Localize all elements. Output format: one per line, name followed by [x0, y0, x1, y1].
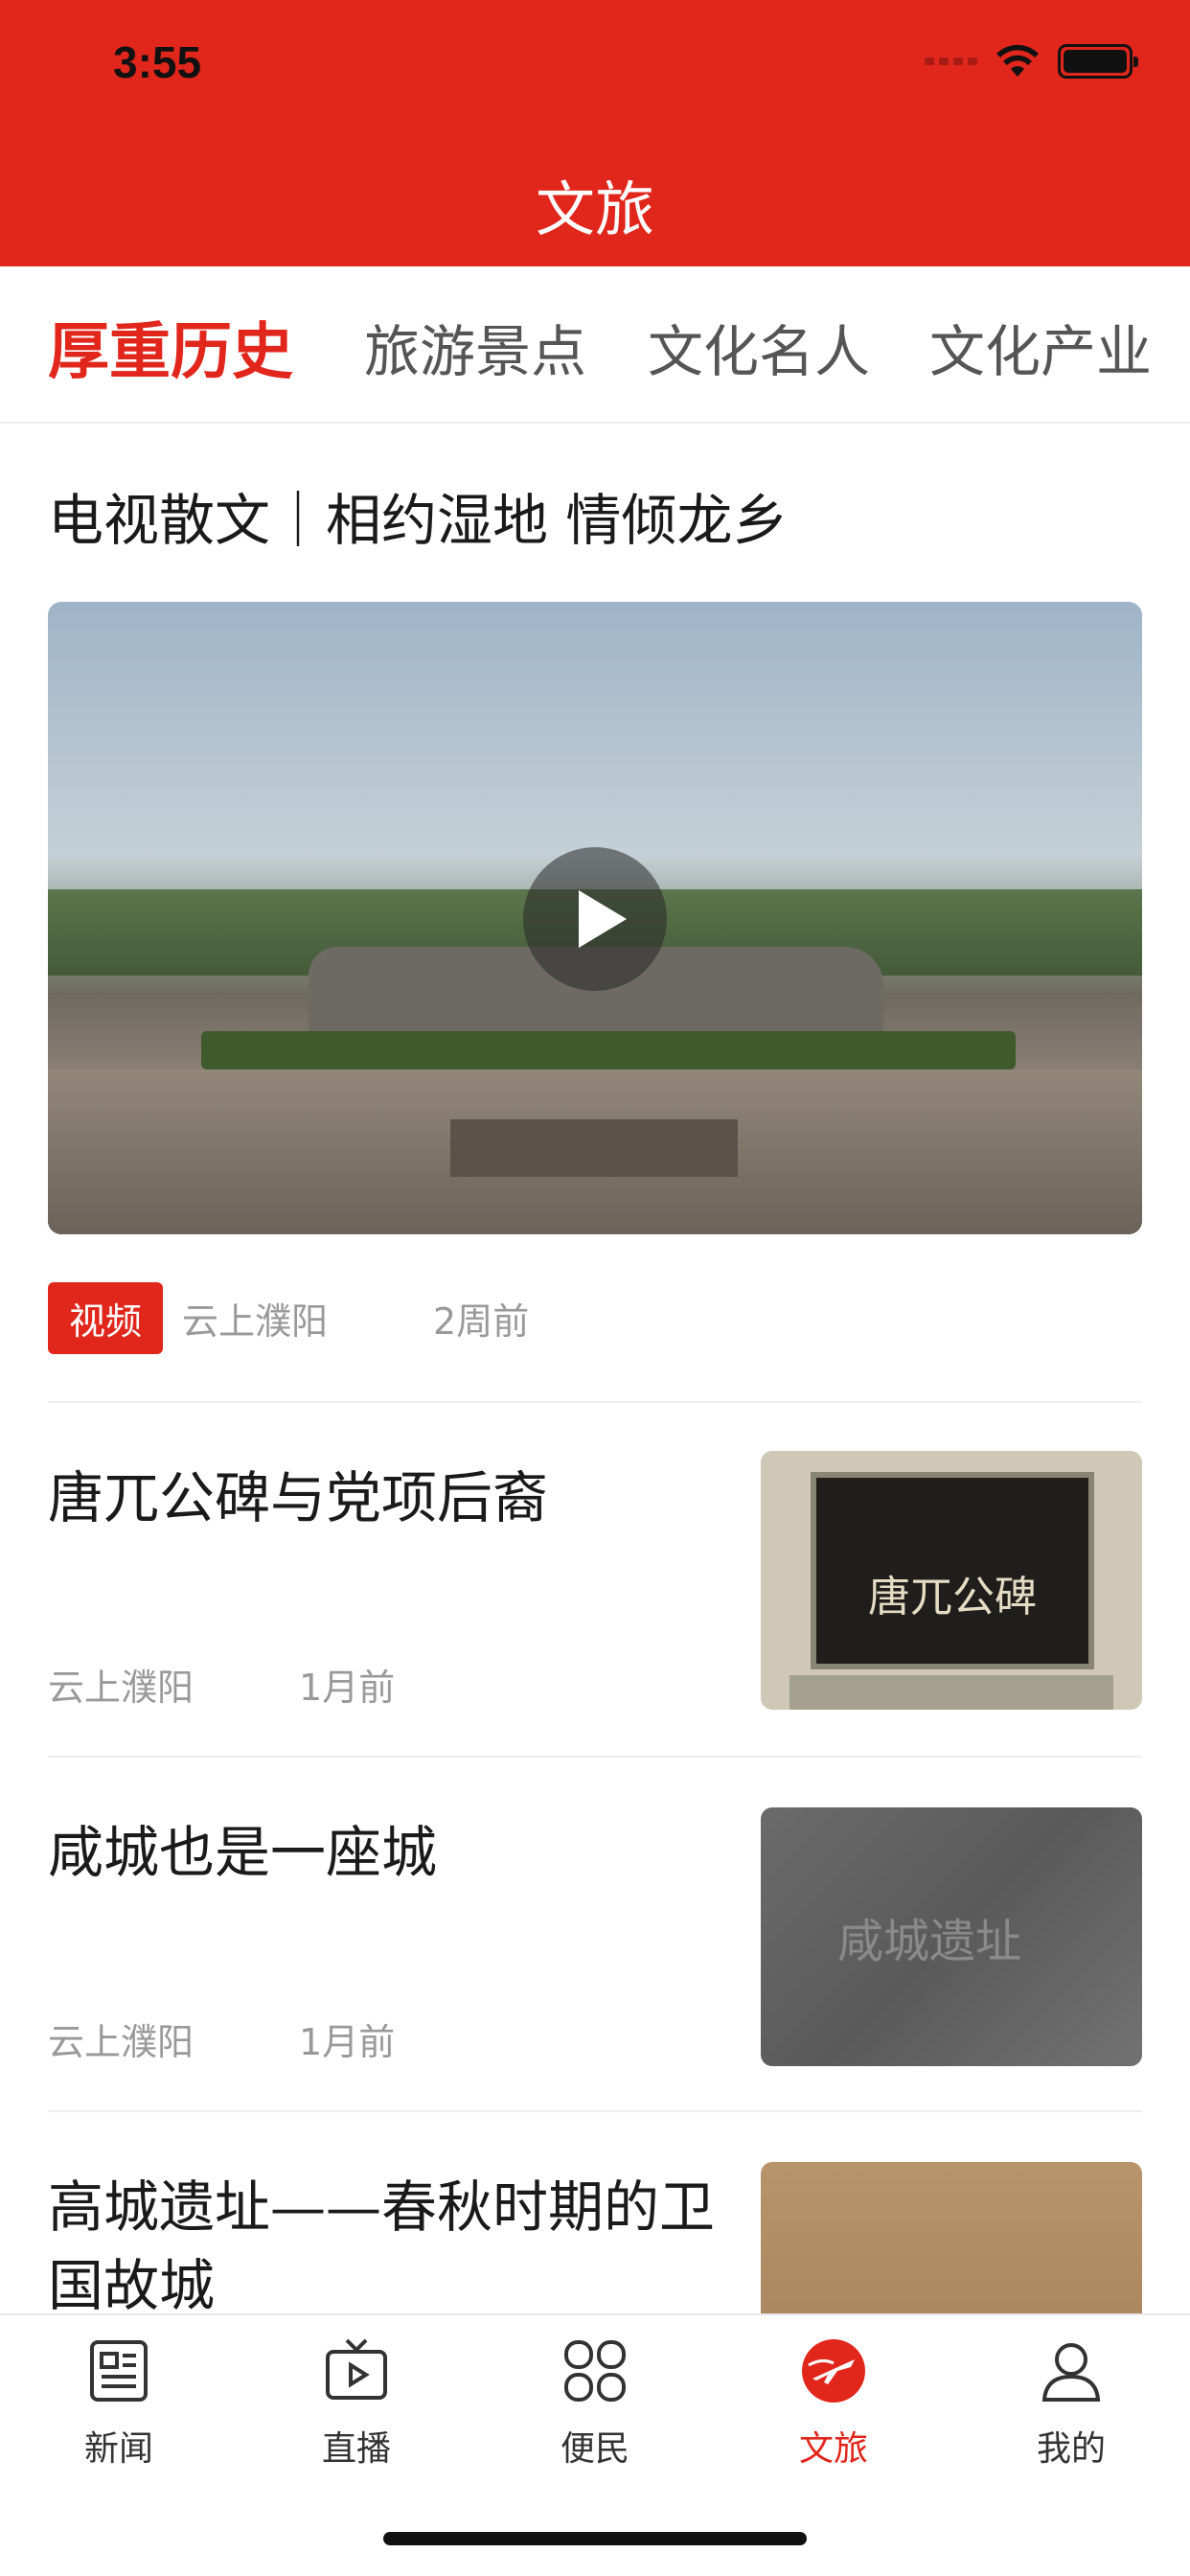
thumbnail-plaque-text: 唐兀公碑 [868, 1573, 1037, 1622]
video-badge: 视频 [48, 1282, 164, 1354]
divider [48, 1756, 1142, 1758]
tab-scenic-spots[interactable]: 旅游景点 [364, 307, 586, 387]
battery-icon [1058, 44, 1138, 79]
article-meta: 云上濮阳 1月前 [48, 2012, 395, 2065]
tabbar-services[interactable]: 便民 [518, 2336, 672, 2471]
divider [48, 1401, 1142, 1403]
tabbar-label: 新闻 [83, 2429, 153, 2469]
tabbar-news[interactable]: 新闻 [42, 2336, 195, 2471]
tabbar-live[interactable]: 直播 [280, 2336, 433, 2471]
thumbnail-plaque: 唐兀公碑 [811, 1472, 1094, 1669]
feature-source: 云上濮阳 [182, 1300, 329, 1343]
article-title[interactable]: 咸城也是一座城 [48, 1813, 719, 1892]
article-title[interactable]: 唐兀公碑与党项后裔 [48, 1459, 719, 1537]
app-header: 3:55 文旅 [0, 0, 1190, 266]
feature-title[interactable]: 电视散文｜相约湿地 情倾龙乡 [48, 475, 788, 556]
video-thumbnail[interactable] [48, 602, 1142, 1234]
article-time: 1月前 [299, 2021, 396, 2063]
category-tabs: 厚重历史 旅游景点 文化名人 文化产业 [0, 266, 1190, 424]
grid-icon [564, 2340, 626, 2402]
feature-meta: 视频 云上濮阳 2周前 [48, 1282, 529, 1354]
news-icon [90, 2340, 148, 2402]
tabbar-travel[interactable]: 文旅 [757, 2336, 910, 2471]
travel-icon [802, 2339, 865, 2403]
play-icon[interactable] [523, 847, 667, 991]
tabbar-mine[interactable]: 我的 [995, 2336, 1148, 2471]
wifi-icon [996, 44, 1039, 77]
article-title[interactable]: 高城遗址——春秋时期的卫国故城 [48, 2168, 719, 2325]
divider [48, 2110, 1142, 2112]
page-title: 文旅 [535, 174, 654, 244]
tabbar-label: 文旅 [798, 2429, 868, 2469]
signal-icon [925, 58, 977, 65]
thumbnail-square [450, 1119, 738, 1177]
article-thumbnail[interactable]: 唐兀公碑 [761, 1451, 1142, 1710]
status-icons [925, 44, 1138, 79]
article-source: 云上濮阳 [48, 1667, 195, 1709]
article-meta: 云上濮阳 1月前 [48, 1658, 395, 1711]
tab-history[interactable]: 厚重历史 [48, 303, 293, 391]
tabbar-label: 我的 [1036, 2429, 1106, 2469]
article-source: 云上濮阳 [48, 2021, 195, 2063]
thumbnail-carving: 咸城遗址 [837, 1915, 1022, 1968]
home-indicator [383, 2532, 807, 2545]
article-time: 1月前 [299, 1667, 396, 1709]
tab-cultural-figures[interactable]: 文化名人 [648, 307, 870, 387]
article-thumbnail[interactable]: 咸城遗址 [761, 1807, 1142, 2066]
feature-time: 2周前 [433, 1300, 530, 1343]
tv-icon [326, 2338, 387, 2400]
status-time: 3:55 [113, 37, 202, 87]
thumbnail-base [790, 1675, 1113, 1710]
tabbar-label: 直播 [321, 2429, 391, 2469]
thumbnail-hedge [201, 1031, 1016, 1070]
tab-cultural-industry[interactable]: 文化产业 [929, 307, 1152, 387]
tabbar-label: 便民 [560, 2429, 629, 2469]
user-icon [1041, 2343, 1101, 2402]
